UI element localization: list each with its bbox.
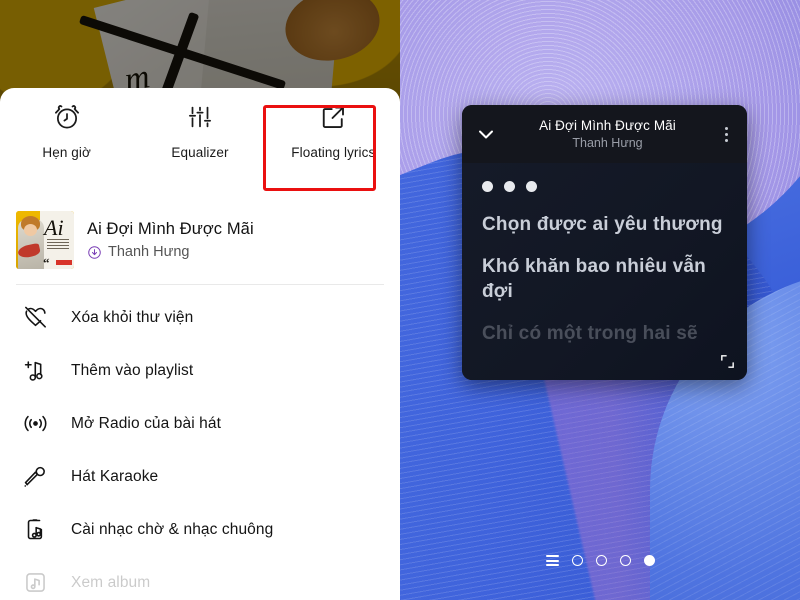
alarm-clock-icon — [54, 105, 79, 129]
kebab-dot — [724, 138, 728, 142]
widget-song-title: Ai Đợi Mình Được Mãi — [539, 118, 676, 133]
quick-action-label: Equalizer — [171, 145, 229, 160]
resize-corner-icon[interactable] — [719, 353, 736, 370]
list-line — [545, 555, 559, 557]
menu-item-xem-album[interactable]: Xem album — [0, 556, 400, 600]
thumb-subtext-lines — [47, 239, 69, 251]
external-link-icon — [323, 106, 345, 128]
lyrics-loading-dots — [482, 181, 727, 192]
quick-action-label: Floating lyrics — [291, 145, 376, 160]
menu-item-label: Xem album — [71, 573, 151, 591]
thumb-quote-mark: “ — [43, 255, 50, 269]
menu-item-label: Xóa khỏi thư viện — [71, 308, 194, 326]
album-art-thumbnail: Ai “ — [16, 211, 74, 269]
thumb-title-lettering: Ai — [44, 215, 64, 240]
kebab-dot — [724, 126, 728, 130]
radio-waves-icon — [24, 415, 47, 432]
quick-action-row: Hẹn giờ Equalizer Floating lyrics — [0, 88, 400, 196]
quick-action-equalizer[interactable]: Equalizer — [133, 102, 266, 196]
page-dot[interactable] — [571, 555, 583, 566]
quick-action-floating-lyrics[interactable]: Floating lyrics — [267, 102, 400, 196]
heart-off-icon — [25, 306, 46, 328]
kebab-menu-icon[interactable] — [717, 124, 735, 144]
song-title: Ai Đợi Mình Được Mãi — [87, 220, 254, 238]
menu-item-mo-radio[interactable]: Mở Radio của bài hát — [0, 397, 400, 450]
widget-header: Ai Đợi Mình Được Mãi Thanh Hưng — [462, 105, 747, 163]
menu-item-xoa-khoi-thu-vien[interactable]: Xóa khỏi thư viện — [0, 291, 400, 344]
menu-item-label: Hát Karaoke — [71, 467, 159, 485]
lyric-line: Chọn được ai yêu thương — [482, 214, 723, 235]
kebab-dot — [724, 132, 728, 136]
menu-item-label: Mở Radio của bài hát — [71, 414, 222, 432]
page-dot[interactable] — [595, 555, 607, 566]
floating-lyrics-widget[interactable]: Ai Đợi Mình Được Mãi Thanh Hưng Chọn đượ… — [462, 105, 747, 380]
song-artist-row: Thanh Hưng — [87, 244, 254, 260]
widget-title-block: Ai Đợi Mình Được Mãi Thanh Hưng — [506, 118, 709, 150]
download-circle-icon — [88, 245, 101, 259]
song-artist: Thanh Hưng — [108, 244, 190, 260]
album-icon — [26, 573, 45, 592]
loading-dot — [482, 181, 493, 192]
options-bottom-sheet: Hẹn giờ Equalizer Floating lyrics Ai “ A… — [0, 88, 400, 600]
page-dot[interactable] — [619, 555, 631, 566]
quick-action-label: Hẹn giờ — [42, 145, 91, 160]
widget-song-artist: Thanh Hưng — [572, 136, 643, 150]
equalizer-icon — [188, 106, 211, 128]
widget-lyrics-body: Chọn được ai yêu thương Khó khăn bao nhi… — [462, 163, 747, 380]
list-view-icon[interactable] — [545, 555, 559, 566]
current-song-row[interactable]: Ai “ Ai Đợi Mình Được Mãi Thanh Hưng — [0, 196, 400, 278]
page-dot-active[interactable] — [643, 555, 655, 566]
phone-music-icon — [27, 519, 43, 540]
loading-dot — [504, 181, 515, 192]
thumb-face — [24, 224, 37, 236]
add-to-playlist-icon — [24, 361, 43, 381]
list-line — [545, 559, 559, 562]
song-text-block: Ai Đợi Mình Được Mãi Thanh Hưng — [87, 220, 254, 260]
left-phone-pane: m Hẹn giờ Equalizer Floating lyrics Ai “… — [0, 0, 400, 600]
lyric-line: Chỉ có một trong hai sẽ — [482, 323, 698, 345]
page-indicator — [400, 555, 800, 566]
menu-item-them-vao-playlist[interactable]: Thêm vào playlist — [0, 344, 400, 397]
list-line — [545, 564, 559, 566]
microphone-icon — [24, 466, 45, 487]
lyric-line: Khó khăn bao nhiêu vẫn đợi — [482, 256, 706, 303]
menu-item-cai-nhac-cho[interactable]: Cài nhạc chờ & nhạc chuông — [0, 503, 400, 556]
menu-item-hat-karaoke[interactable]: Hát Karaoke — [0, 450, 400, 503]
right-phone-pane: Ai Đợi Mình Được Mãi Thanh Hưng Chọn đượ… — [400, 0, 800, 600]
quick-action-hen-gio[interactable]: Hẹn giờ — [0, 102, 133, 196]
options-menu-list: Xóa khỏi thư viện Thêm vào playlist Mở R… — [0, 285, 400, 600]
menu-item-label: Thêm vào playlist — [71, 361, 194, 379]
thumb-accent-bar — [56, 260, 72, 265]
loading-dot — [526, 181, 537, 192]
menu-item-label: Cài nhạc chờ & nhạc chuông — [71, 520, 274, 538]
chevron-down-icon[interactable] — [474, 122, 498, 146]
